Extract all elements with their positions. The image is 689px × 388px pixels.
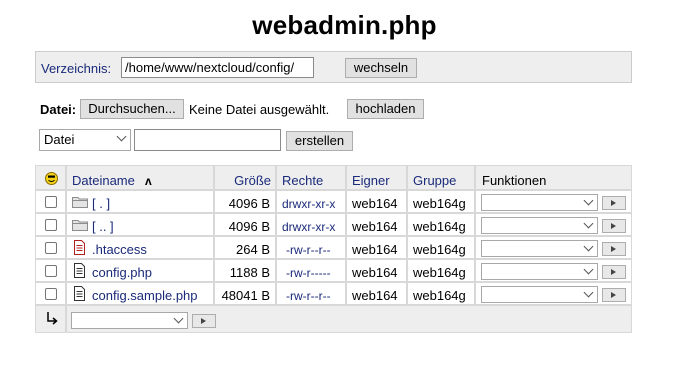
file-group: web164g: [413, 196, 466, 211]
function-go-button[interactable]: [602, 288, 626, 302]
browse-button[interactable]: Durchsuchen...: [80, 99, 184, 119]
file-icon: [74, 263, 85, 278]
no-file-text: Keine Datei ausgewählt.: [189, 102, 330, 117]
file-rights-link[interactable]: drwxr-xr-x: [282, 197, 335, 211]
file-size: 1188 B: [229, 265, 270, 280]
row-checkbox[interactable]: [45, 219, 57, 231]
file-owner: web164: [352, 196, 398, 211]
folder-icon: [72, 197, 88, 208]
header-rights[interactable]: Rechte: [282, 173, 323, 188]
file-red-icon: [74, 240, 85, 255]
file-group: web164g: [413, 242, 466, 257]
play-icon: [611, 200, 616, 206]
file-size: 264 B: [236, 242, 270, 257]
footer-bulk-cell: [66, 305, 632, 333]
file-name-link[interactable]: config.sample.php: [92, 288, 198, 303]
file-rights-link[interactable]: -rw-r--r--: [286, 243, 331, 257]
function-select[interactable]: [481, 286, 598, 303]
bulk-action-go-button[interactable]: [192, 314, 216, 328]
function-select[interactable]: [481, 194, 598, 211]
play-icon: [611, 269, 616, 275]
function-go-button[interactable]: [602, 196, 626, 210]
function-go-button[interactable]: [602, 265, 626, 279]
play-icon: [611, 223, 616, 229]
file-group: web164g: [413, 219, 466, 234]
row-checkbox[interactable]: [45, 242, 57, 254]
file-name-link[interactable]: [ .. ]: [92, 219, 114, 234]
play-icon: [611, 246, 616, 252]
row-checkbox[interactable]: [45, 288, 57, 300]
header-name-cell[interactable]: Dateiname ʌ: [66, 165, 214, 190]
file-name-link[interactable]: [ . ]: [92, 196, 110, 211]
chevron-down-icon: [583, 195, 594, 206]
create-button[interactable]: erstellen: [286, 131, 353, 151]
row-checkbox[interactable]: [45, 196, 57, 208]
file-group: web164g: [413, 288, 466, 303]
chevron-down-icon: [116, 131, 127, 142]
function-go-button[interactable]: [602, 219, 626, 233]
file-name-link[interactable]: .htaccess: [92, 242, 147, 257]
chevron-down-icon: [583, 241, 594, 252]
create-type-value: Datei: [44, 132, 75, 147]
sort-ascending-icon: ʌ: [145, 174, 152, 188]
upload-button[interactable]: hochladen: [347, 99, 424, 119]
file-size: 4096 B: [228, 219, 270, 234]
function-select[interactable]: [481, 240, 598, 257]
directory-label: Verzeichnis:: [41, 61, 112, 76]
file-icon: [74, 286, 85, 301]
smiley-icon: [45, 172, 58, 185]
file-size: 4096 B: [228, 196, 270, 211]
function-select[interactable]: [481, 217, 598, 234]
header-owner[interactable]: Eigner: [352, 173, 390, 188]
footer-arrow-cell: [35, 305, 66, 333]
file-name-link[interactable]: config.php: [92, 265, 152, 280]
header-owner-cell[interactable]: Eigner: [346, 165, 407, 190]
row-checkbox[interactable]: [45, 265, 57, 277]
chevron-down-icon: [583, 218, 594, 229]
play-icon: [201, 318, 206, 324]
create-name-input[interactable]: [134, 129, 281, 151]
file-owner: web164: [352, 242, 398, 257]
file-owner: web164: [352, 288, 398, 303]
file-size: 48041 B: [221, 288, 270, 303]
directory-bar: Verzeichnis: wechseln: [35, 51, 632, 83]
file-group: web164g: [413, 265, 466, 280]
change-directory-button[interactable]: wechseln: [345, 58, 417, 78]
header-functions-cell: Funktionen: [475, 165, 632, 190]
header-select-cell: [35, 165, 66, 190]
header-size[interactable]: Größe: [234, 173, 271, 188]
header-group-cell[interactable]: Gruppe: [407, 165, 475, 190]
upload-label: Datei:: [40, 102, 77, 117]
create-type-select[interactable]: Datei: [39, 129, 131, 151]
page-title: webadmin.php: [252, 10, 437, 40]
file-rights-link[interactable]: -rw-r--r--: [286, 289, 331, 303]
function-go-button[interactable]: [602, 242, 626, 256]
function-select[interactable]: [481, 263, 598, 280]
header-size-cell[interactable]: Größe: [214, 165, 276, 190]
file-rights-link[interactable]: -rw-r-----: [286, 266, 331, 280]
chevron-down-icon: [583, 264, 594, 275]
play-icon: [611, 292, 616, 298]
folder-icon: [72, 220, 88, 231]
header-name[interactable]: Dateiname: [72, 173, 135, 188]
file-owner: web164: [352, 265, 398, 280]
chevron-down-icon: [583, 287, 594, 298]
header-group[interactable]: Gruppe: [413, 173, 456, 188]
file-rights-link[interactable]: drwxr-xr-x: [282, 220, 335, 234]
chevron-down-icon: [173, 313, 184, 324]
header-rights-cell[interactable]: Rechte: [276, 165, 346, 190]
header-functions: Funktionen: [482, 173, 547, 188]
bulk-action-select[interactable]: [71, 312, 188, 329]
file-owner: web164: [352, 219, 398, 234]
return-arrow-icon: [47, 312, 58, 325]
directory-path-input[interactable]: [121, 57, 314, 78]
